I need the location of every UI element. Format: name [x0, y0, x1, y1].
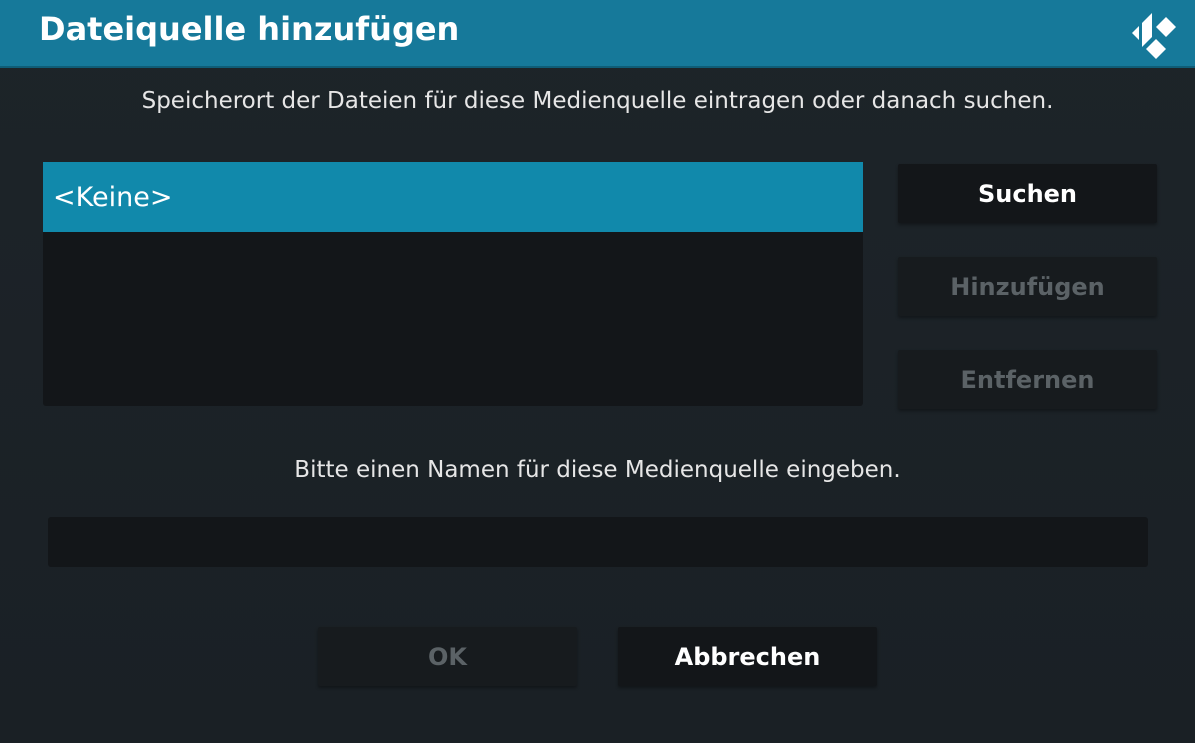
name-prompt: Bitte einen Namen für diese Medienquelle…: [294, 457, 901, 483]
cancel-button[interactable]: Abbrechen: [618, 627, 877, 686]
list-item-label: <Keine>: [53, 181, 173, 213]
ok-button[interactable]: OK: [318, 627, 577, 686]
browse-button[interactable]: Suchen: [898, 164, 1157, 223]
source-path-list[interactable]: <Keine>: [43, 162, 863, 406]
path-prompt: Speicherort der Dateien für diese Medien…: [141, 88, 1054, 114]
kodi-logo-icon: [1132, 13, 1176, 59]
add-source-dialog: Dateiquelle hinzufügen Speicherort der D…: [0, 0, 1195, 743]
remove-button[interactable]: Entfernen: [898, 350, 1157, 409]
list-item[interactable]: <Keine>: [43, 162, 863, 232]
dialog-title: Dateiquelle hinzufügen: [39, 10, 460, 48]
add-button[interactable]: Hinzufügen: [898, 257, 1157, 316]
dialog-header: Dateiquelle hinzufügen: [0, 0, 1195, 68]
source-name-input[interactable]: [48, 517, 1148, 567]
